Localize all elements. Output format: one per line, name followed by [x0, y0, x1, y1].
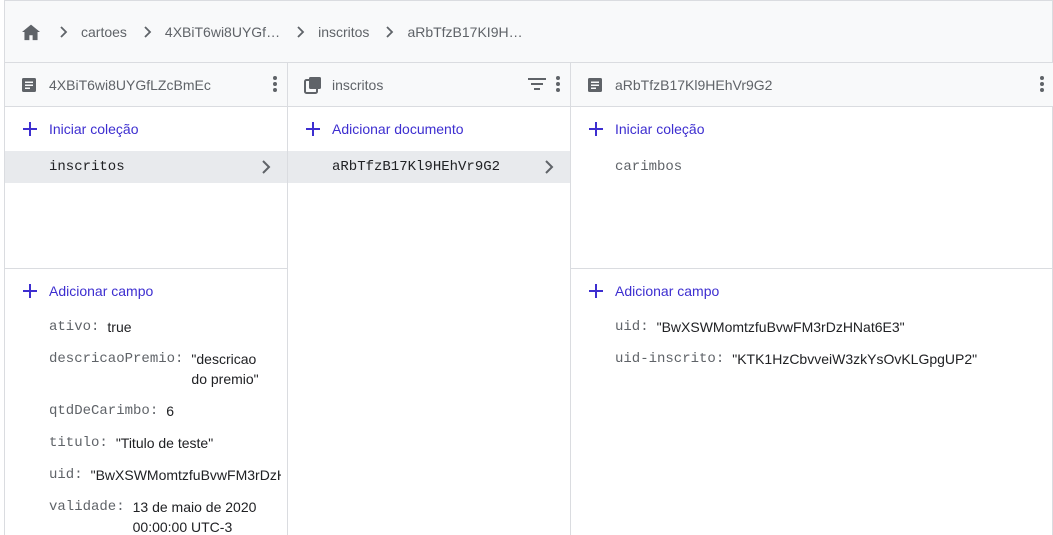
plus-icon	[21, 282, 39, 300]
document-item[interactable]: aRbTfzB17Kl9HEhVr9G2	[288, 151, 570, 183]
field-row[interactable]: validade: 13 de maio de 2020 00:00:00 UT…	[5, 497, 287, 535]
chevron-right-icon	[257, 158, 275, 176]
field-key: qtdDeCarimbo:	[49, 403, 159, 419]
field-row[interactable]: titulo: "Titulo de teste"	[5, 433, 287, 453]
collection-panel-header: inscritos	[288, 63, 570, 107]
breadcrumb-item-cartoes[interactable]: cartoes	[81, 24, 127, 40]
field-key: uid:	[615, 319, 649, 335]
collection-item-carimbos[interactable]: carimbos	[571, 151, 1053, 183]
collection-panel: inscritos Adicionar documento aRbTfzB17K…	[288, 63, 571, 535]
subdocument-title: aRbTfzB17Kl9HEhVr9G2	[615, 76, 773, 93]
field-row[interactable]: ativo: true	[5, 317, 287, 337]
subcollections-section: Iniciar coleção carimbos	[571, 107, 1053, 269]
chevron-right-icon	[137, 22, 159, 42]
document-title: 4XBiT6wi8UYGfLZcBmEc	[49, 76, 211, 93]
field-value: "KTK1HzCbvveiW3zkYsOvKLGpgUP2"	[732, 351, 978, 367]
subdocument-panel: aRbTfzB17Kl9HEhVr9G2 Iniciar coleção car…	[571, 63, 1053, 535]
field-key: validade:	[49, 499, 125, 515]
field-key: descricaoPremio:	[49, 351, 184, 367]
field-value: "Titulo de teste"	[115, 435, 214, 451]
add-field-button[interactable]: Adicionar campo	[5, 269, 287, 313]
filter-icon[interactable]	[528, 77, 546, 96]
breadcrumb-item-subdocument[interactable]: aRbTfzB17KI9H…	[407, 24, 522, 40]
subdocument-panel-header: aRbTfzB17Kl9HEhVr9G2	[571, 63, 1053, 107]
start-collection-button[interactable]: Iniciar coleção	[571, 107, 1053, 151]
field-row[interactable]: descricaoPremio: "descricao do premio"	[5, 349, 287, 389]
field-key: ativo:	[49, 319, 100, 335]
field-value: true	[107, 319, 132, 335]
fields-section: Adicionar campo uid: "BwXSWMomtzfuBvwFM3…	[571, 269, 1053, 369]
field-key: uid-inscrito:	[615, 351, 725, 367]
collection-title: inscritos	[332, 76, 384, 93]
chevron-right-icon	[540, 158, 558, 176]
fields-section: Adicionar campo ativo: true descricaoPre…	[5, 269, 287, 535]
start-collection-label: Iniciar coleção	[615, 121, 705, 137]
add-field-label: Adicionar campo	[49, 283, 154, 299]
field-key: titulo:	[49, 435, 108, 451]
plus-icon	[587, 282, 605, 300]
document-panel-header: 4XBiT6wi8UYGfLZcBmEc	[5, 63, 287, 107]
document-item-label: aRbTfzB17Kl9HEhVr9G2	[332, 159, 501, 175]
field-row[interactable]: uid: "BwXSWMomtzfuBvwFM3rDzHNat6E3"	[571, 317, 1053, 337]
document-panel: 4XBiT6wi8UYGfLZcBmEc Iniciar coleção ins…	[5, 63, 288, 535]
chevron-right-icon	[53, 22, 75, 42]
field-row[interactable]: uid: "BwXSWMomtzfuBvwFM3rDzHNat6E3"	[5, 465, 287, 485]
add-field-label: Adicionar campo	[615, 283, 720, 299]
field-key: uid:	[49, 467, 83, 483]
plus-icon	[304, 120, 322, 138]
breadcrumb: cartoes 4XBiT6wi8UYGf… inscritos aRbTfzB…	[5, 1, 1052, 63]
add-document-button[interactable]: Adicionar documento	[288, 107, 570, 151]
start-collection-label: Iniciar coleção	[49, 121, 139, 137]
field-value: "BwXSWMomtzfuBvwFM3rDzHNat6E3"	[656, 319, 905, 335]
add-field-button[interactable]: Adicionar campo	[571, 269, 1053, 313]
more-vert-icon[interactable]	[1040, 75, 1044, 98]
add-document-label: Adicionar documento	[332, 121, 464, 137]
start-collection-button[interactable]: Iniciar coleção	[5, 107, 287, 151]
field-value: "descricao do premio"	[191, 351, 259, 387]
firestore-data-viewer: cartoes 4XBiT6wi8UYGf… inscritos aRbTfzB…	[4, 0, 1053, 535]
field-value: 6	[166, 403, 175, 419]
field-row[interactable]: qtdDeCarimbo: 6	[5, 401, 287, 421]
field-value: 13 de maio de 2020 00:00:00 UTC-3	[132, 499, 257, 535]
field-row[interactable]: uid-inscrito: "KTK1HzCbvveiW3zkYsOvKLGpg…	[571, 349, 1053, 369]
breadcrumb-item-inscritos[interactable]: inscritos	[318, 24, 369, 40]
plus-icon	[21, 120, 39, 138]
home-icon[interactable]	[21, 22, 43, 42]
chevron-right-icon	[379, 22, 401, 42]
breadcrumb-item-document[interactable]: 4XBiT6wi8UYGf…	[165, 24, 280, 40]
subcollections-section: Iniciar coleção inscritos	[5, 107, 287, 269]
plus-icon	[587, 120, 605, 138]
document-icon	[21, 76, 39, 94]
more-vert-icon[interactable]	[273, 75, 277, 98]
collection-item-label: carimbos	[615, 159, 683, 175]
collection-icon	[304, 76, 322, 94]
collection-item-inscritos[interactable]: inscritos	[5, 151, 287, 183]
chevron-right-icon	[290, 22, 312, 42]
more-vert-icon[interactable]	[556, 75, 560, 98]
field-value: "BwXSWMomtzfuBvwFM3rDzHNat6E3"	[90, 467, 281, 483]
collection-item-label: inscritos	[49, 159, 125, 175]
document-icon	[587, 76, 605, 94]
